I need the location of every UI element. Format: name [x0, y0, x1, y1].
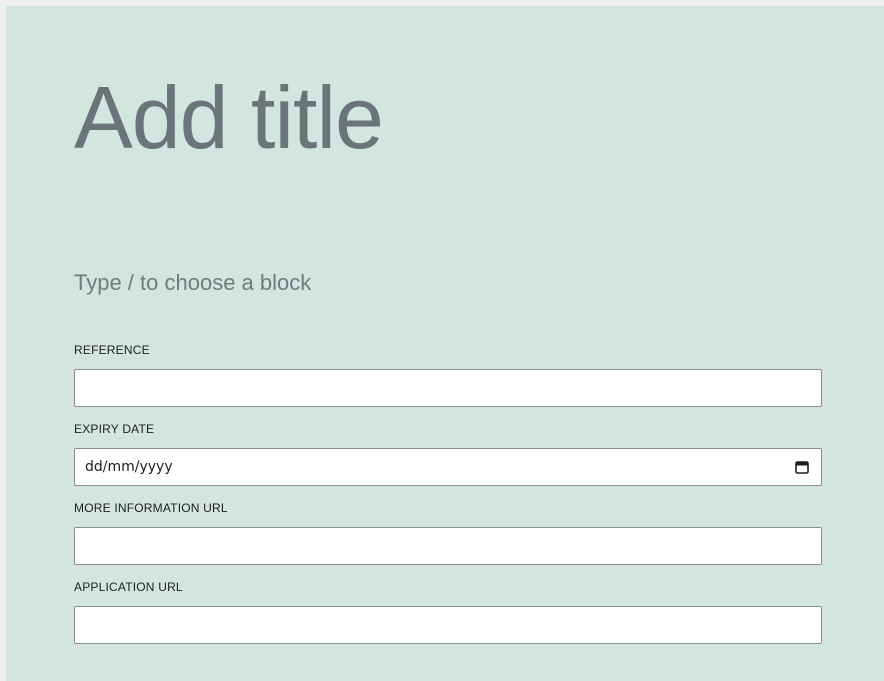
block-appender-placeholder[interactable]: Type / to choose a block: [74, 270, 311, 296]
reference-label: REFERENCE: [74, 343, 150, 357]
more-information-url-label: MORE INFORMATION URL: [74, 501, 228, 515]
calendar-icon[interactable]: [795, 460, 809, 474]
expiry-date-input[interactable]: dd/mm/yyyy: [74, 448, 822, 486]
expiry-date-label: EXPIRY DATE: [74, 422, 155, 436]
expiry-date-placeholder: dd/mm/yyyy: [85, 459, 173, 475]
more-information-url-input[interactable]: [74, 527, 822, 565]
application-url-input[interactable]: [74, 606, 822, 644]
editor-canvas: Add title Type / to choose a block REFER…: [6, 6, 884, 681]
application-url-label: APPLICATION URL: [74, 580, 183, 594]
post-title-placeholder[interactable]: Add title: [74, 74, 384, 162]
reference-input[interactable]: [74, 369, 822, 407]
